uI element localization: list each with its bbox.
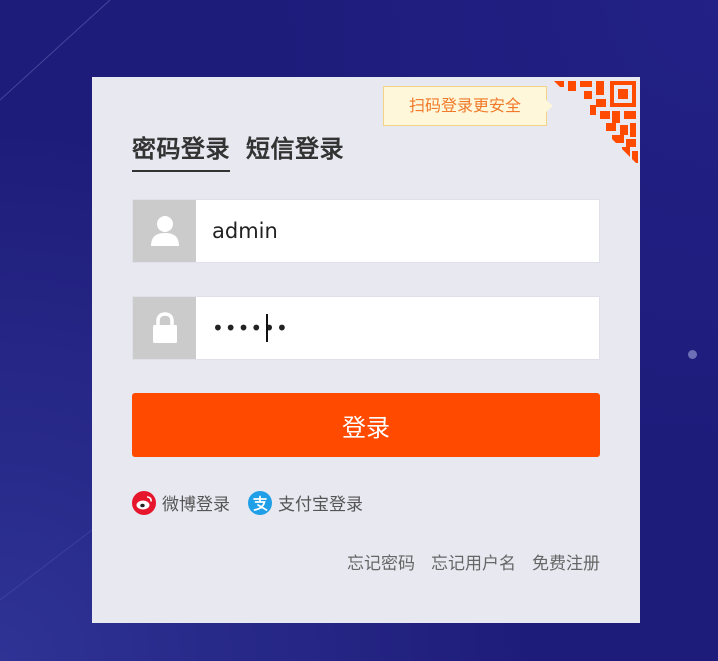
login-panel: 扫码登录更安全 密码登录 短信登录 admin •••••• 登录 微博登录 支… [92,77,640,623]
tab-password-login[interactable]: 密码登录 [132,129,230,172]
password-field [132,296,600,360]
text-caret [266,314,268,342]
alipay-login-label: 支付宝登录 [278,495,363,515]
username-field [132,199,600,263]
login-tabs: 密码登录 短信登录 [132,129,344,172]
qr-tip-text: 扫码登录更安全 [408,96,521,115]
social-login: 微博登录 支付宝登录 [132,490,363,515]
user-icon [133,200,196,262]
qr-code-icon[interactable] [550,77,640,167]
tab-sms-login[interactable]: 短信登录 [246,129,344,172]
login-button[interactable]: 登录 [132,393,600,457]
weibo-login-link[interactable]: 微博登录 [132,490,230,515]
forgot-username-link[interactable]: 忘记用户名 [431,549,516,574]
account-links: 忘记密码 忘记用户名 免费注册 [347,549,600,574]
forgot-password-link[interactable]: 忘记密码 [347,549,415,574]
alipay-login-link[interactable]: 支付宝登录 [248,490,363,515]
background-dot [688,350,697,359]
username-input[interactable] [196,200,592,262]
register-link[interactable]: 免费注册 [532,549,600,574]
password-input[interactable] [196,297,592,359]
weibo-login-label: 微博登录 [162,495,230,515]
qr-tip: 扫码登录更安全 [383,86,553,126]
lock-icon [133,297,196,359]
alipay-icon [248,490,272,515]
weibo-icon [132,490,156,515]
